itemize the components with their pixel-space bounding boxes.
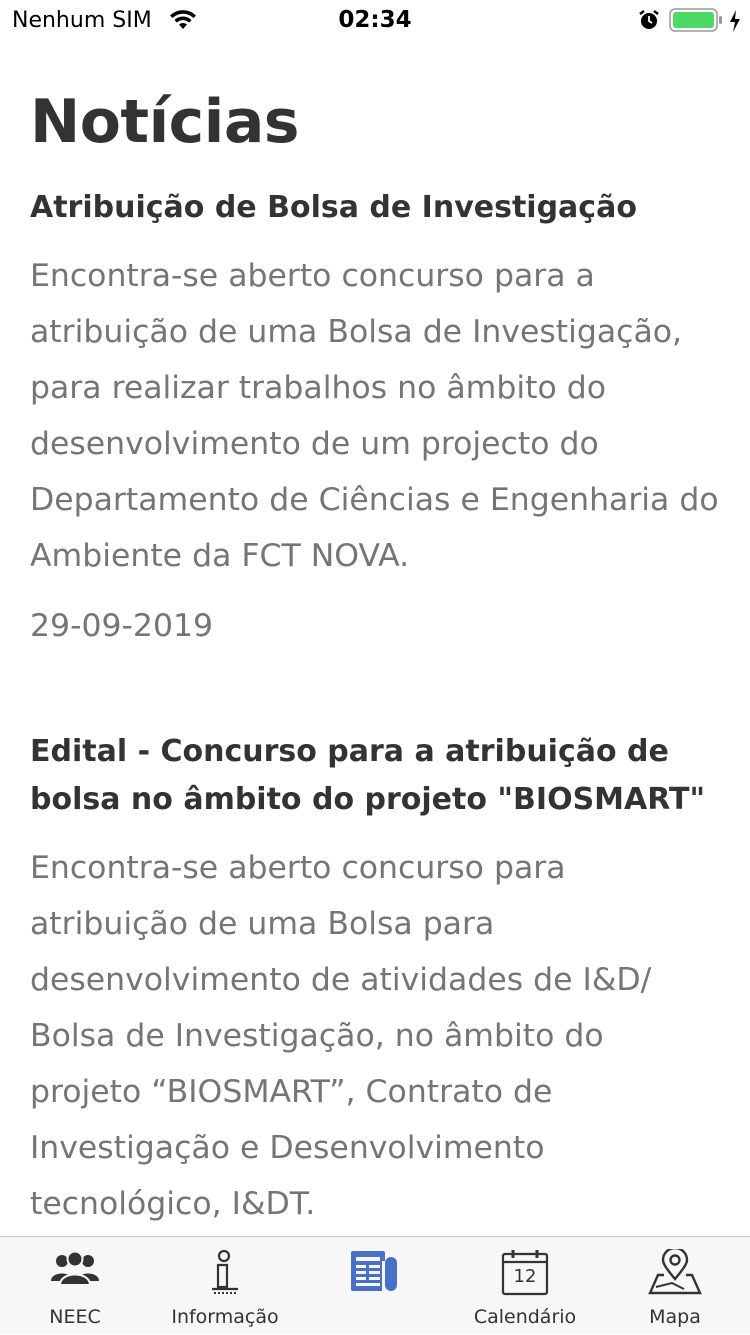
news-title: Edital - Concurso para a atribuição de b… [30,734,706,817]
info-icon [212,1249,238,1294]
news-screen[interactable]: Notícias Atribuição de Bolsa de Investig… [0,40,750,1236]
tab-label: NEEC [49,1306,101,1328]
calendar-day: 12 [513,1266,537,1287]
tab-label: Informação [171,1306,279,1328]
news-item[interactable]: Atribuição de Bolsa de Investigação Enco… [30,184,720,654]
tab-mapa[interactable]: Mapa [600,1237,750,1335]
news-item[interactable]: Edital - Concurso para a atribuição de b… [30,728,720,1232]
news-title: Atribuição de Bolsa de Investigação [30,190,637,225]
tab-calendario[interactable]: 12 Calendário [450,1237,600,1335]
charging-icon [730,10,740,32]
group-icon [51,1250,99,1286]
tab-label: Mapa [649,1306,701,1328]
tab-noticias[interactable] [300,1237,450,1335]
tab-label: Calendário [473,1306,577,1328]
status-bar: Nenhum SIM 02:34 [0,0,750,40]
news-body: Encontra-se aberto concurso para atribui… [30,850,652,1222]
map-pin-icon [648,1249,702,1295]
battery-icon [669,8,722,32]
tab-informacao[interactable]: Informação [150,1237,300,1335]
newspaper-icon [351,1251,397,1291]
news-body: Encontra-se aberto concurso para a atrib… [30,258,719,574]
tab-neec[interactable]: NEEC [0,1237,150,1335]
news-list[interactable]: Atribuição de Bolsa de Investigação Enco… [30,184,720,1232]
alarm-icon [639,10,659,29]
page-title: Notícias [30,87,300,157]
news-date: 29-09-2019 [30,608,214,644]
tab-bar: NEEC Informação 12 Calendário Mapa [0,1236,750,1334]
